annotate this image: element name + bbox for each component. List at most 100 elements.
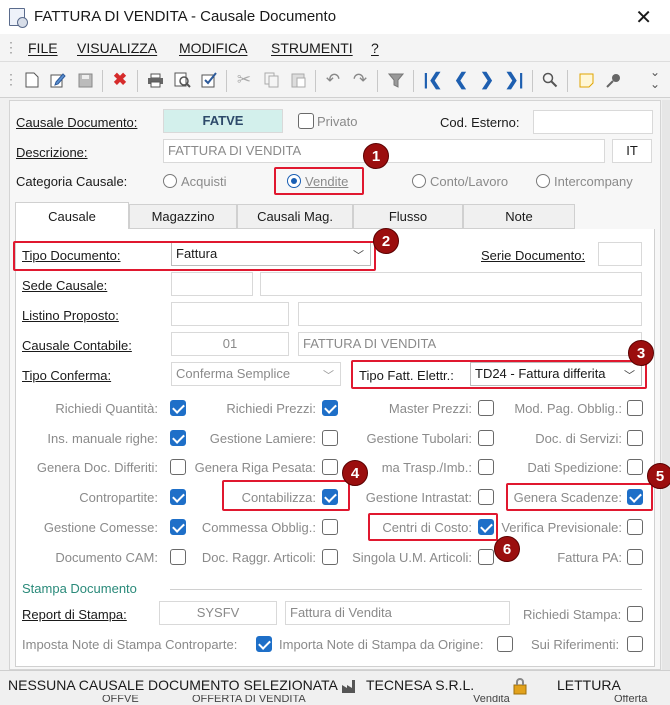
menu-help[interactable]: ? [371,40,379,56]
option-checkbox[interactable] [322,430,338,446]
save-icon[interactable] [75,70,95,90]
status-message: NESSUNA CAUSALE DOCUMENTO SELEZIONATA [8,677,338,693]
last-record-icon[interactable]: ❯| [504,70,524,90]
redo-icon[interactable]: ↷ [350,70,370,90]
richiedi-stampa-checkbox[interactable] [627,606,643,622]
option-checkbox[interactable] [170,430,186,446]
grip-icon: ⋮ [4,39,18,55]
annotation-box-3 [351,360,647,389]
radio-intercompany[interactable] [536,174,550,188]
causale-code-field[interactable]: FATVE [163,109,283,133]
imposta-note-checkbox[interactable] [256,636,272,652]
option-checkbox[interactable] [478,430,494,446]
annotation-box-1 [274,167,364,195]
serie-documento-label: Serie Documento: [481,248,586,263]
option-checkbox[interactable] [627,400,643,416]
option-checkbox[interactable] [170,519,186,535]
descrizione-label: Descrizione: [16,145,88,160]
tab-flusso[interactable]: Flusso [353,204,463,229]
importa-note-label: Importa Note di Stampa da Origine: [279,637,484,652]
print-preview-icon[interactable] [172,70,192,90]
imposta-note-label: Imposta Note di Stampa Controparte: [22,637,238,652]
tipo-conferma-label: Tipo Conferma: [22,368,112,383]
menu-strumenti[interactable]: STRUMENTI [271,40,353,56]
privato-label: Privato [317,114,358,129]
listino-code-field[interactable] [171,302,289,326]
check-document-icon[interactable] [199,70,219,90]
option-checkbox[interactable] [322,459,338,475]
toolbar-separator [137,70,138,92]
paste-icon[interactable] [288,70,308,90]
option-checkbox[interactable] [627,519,643,535]
radio-conto-lavoro[interactable] [412,174,426,188]
option-checkbox[interactable] [478,549,494,565]
copy-icon[interactable] [261,70,281,90]
factory-icon [342,680,355,693]
next-record-icon[interactable]: ❯ [477,70,497,90]
option-label: Gestione Intrastat: [365,490,472,505]
option-checkbox[interactable] [170,489,186,505]
toolbar-separator [413,70,414,92]
previous-record-icon[interactable]: ❮ [451,70,471,90]
option-checkbox[interactable] [627,430,643,446]
lock-icon [513,678,527,695]
tipo-conferma-select[interactable]: Conferma Semplice ﹀ [171,362,341,386]
tab-causale[interactable]: Causale [15,202,129,229]
option-checkbox[interactable] [627,459,643,475]
sui-riferimenti-checkbox[interactable] [627,636,643,652]
option-checkbox[interactable] [627,549,643,565]
tab-note[interactable]: Note [463,204,575,229]
causale-contabile-desc-field[interactable]: FATTURA DI VENDITA [298,332,642,356]
option-checkbox[interactable] [322,400,338,416]
option-label: Singola U.M. Articoli: [352,550,472,565]
pin-icon[interactable] [604,70,624,90]
option-checkbox[interactable] [170,459,186,475]
print-icon[interactable] [145,70,165,90]
radio-acquisti[interactable] [163,174,177,188]
option-checkbox[interactable] [170,549,186,565]
new-document-icon[interactable] [22,70,42,90]
privato-checkbox[interactable] [298,113,314,129]
causale-contabile-code-field[interactable]: 01 [171,332,289,356]
radio-conto-lavoro-label: Conto/Lavoro [430,174,509,189]
report-stampa-code-field[interactable]: SYSFV [159,601,277,625]
filter-icon[interactable] [386,70,406,90]
option-checkbox[interactable] [478,459,494,475]
importa-note-checkbox[interactable] [497,636,513,652]
toolbar-separator [315,70,316,92]
first-record-icon[interactable]: |❮ [423,70,443,90]
option-label: Richiedi Prezzi: [226,401,316,416]
serie-documento-field[interactable] [598,242,642,266]
menu-visualizza[interactable]: VISUALIZZA [77,40,157,56]
option-checkbox[interactable] [322,519,338,535]
undo-icon[interactable]: ↶ [323,70,343,90]
status-company: TECNESA S.R.L. [366,677,475,693]
cod-esterno-field[interactable] [533,110,653,134]
report-stampa-label: Report di Stampa: [22,607,127,622]
option-checkbox[interactable] [478,489,494,505]
sede-causale-code-field[interactable] [171,272,253,296]
option-label: Mod. Pag. Obblig.: [514,401,622,416]
status-bar: NESSUNA CAUSALE DOCUMENTO SELEZIONATA TE… [0,670,670,705]
listino-desc-field[interactable] [298,302,642,326]
annotation-box-4 [222,480,350,511]
note-icon[interactable] [576,70,596,90]
language-field[interactable]: IT [612,139,652,163]
search-icon[interactable] [540,70,560,90]
sede-causale-desc-field[interactable] [260,272,642,296]
option-checkbox[interactable] [478,400,494,416]
option-checkbox[interactable] [322,549,338,565]
tab-causali-mag[interactable]: Causali Mag. [237,204,353,229]
menu-file[interactable]: FILE [28,40,58,56]
tab-magazzino[interactable]: Magazzino [129,204,237,229]
toolbar: ⋮ ✖ ✂ ↶ ↷ |❮ ❮ ❯ ❯| ⌄ ⌄ [0,62,670,98]
delete-icon[interactable]: ✖ [110,70,130,90]
cut-icon[interactable]: ✂ [234,70,254,90]
menu-modifica[interactable]: MODIFICA [179,40,247,56]
option-checkbox[interactable] [170,400,186,416]
edit-icon[interactable] [48,70,68,90]
toolbar-overflow-icon[interactable]: ⌄ ⌄ [650,66,660,90]
report-stampa-desc-field[interactable]: Fattura di Vendita [285,601,510,625]
categoria-causale-label: Categoria Causale: [16,174,128,189]
close-button[interactable]: ✕ [635,5,652,30]
